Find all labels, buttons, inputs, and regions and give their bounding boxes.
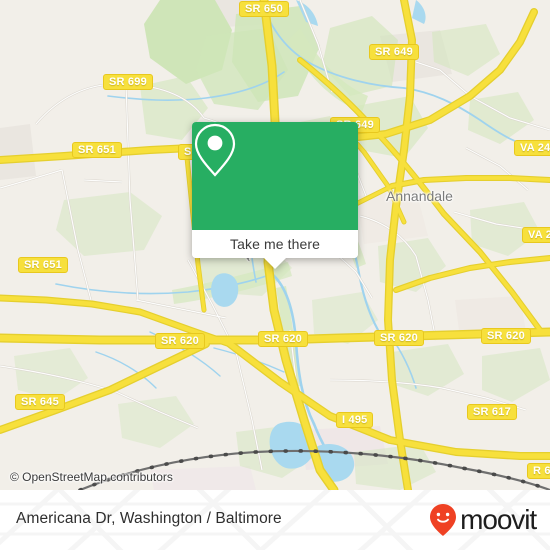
popup-pointer — [264, 258, 286, 269]
road-shield-va244[interactable]: VA 244 — [514, 140, 550, 156]
moovit-wordmark: moovit — [460, 504, 537, 535]
osm-attribution[interactable]: © OpenStreetMap contributors — [10, 470, 173, 484]
road-shield-sr620-b[interactable]: SR 620 — [258, 331, 308, 347]
take-me-there-popup[interactable]: Take me there — [192, 122, 358, 269]
popup-body: Take me there — [192, 122, 358, 258]
road-shield-sr699[interactable]: SR 699 — [103, 74, 153, 90]
moovit-logo[interactable]: moovit — [429, 504, 537, 536]
road-shield-sr649-n[interactable]: SR 649 — [369, 44, 419, 60]
road-shield-sr651-s[interactable]: SR 651 — [18, 257, 68, 273]
road-shield-r6-partial[interactable]: R 6 — [527, 463, 550, 479]
road-shield-i495[interactable]: I 495 — [336, 412, 374, 428]
road-shield-sr620-a[interactable]: SR 620 — [155, 333, 205, 349]
road-shield-sr651-n[interactable]: SR 651 — [72, 142, 122, 158]
road-shield-va2[interactable]: VA 2 — [522, 227, 550, 243]
road-shield-sr620-c[interactable]: SR 620 — [374, 330, 424, 346]
location-title: Americana Dr, Washington / Baltimore — [16, 510, 282, 527]
map-pin-icon — [194, 123, 236, 177]
place-label-annandale: Annandale — [386, 188, 453, 204]
map-canvas[interactable]: Annandale Acc SR 650 SR 649 SR 699 SR 64… — [0, 0, 550, 490]
road-shield-sr620-d[interactable]: SR 620 — [481, 328, 531, 344]
footer-bar: Americana Dr, Washington / Baltimore moo… — [0, 490, 550, 550]
road-shield-sr650[interactable]: SR 650 — [239, 1, 289, 17]
road-shield-sr617[interactable]: SR 617 — [467, 404, 517, 420]
road-shield-sr645[interactable]: SR 645 — [15, 394, 65, 410]
moovit-map-screenshot: Annandale Acc SR 650 SR 649 SR 699 SR 64… — [0, 0, 550, 550]
popup-label: Take me there — [229, 236, 320, 252]
moovit-pin-icon — [430, 504, 457, 536]
popup-icon-area — [192, 122, 358, 230]
popup-label-row[interactable]: Take me there — [192, 230, 358, 258]
